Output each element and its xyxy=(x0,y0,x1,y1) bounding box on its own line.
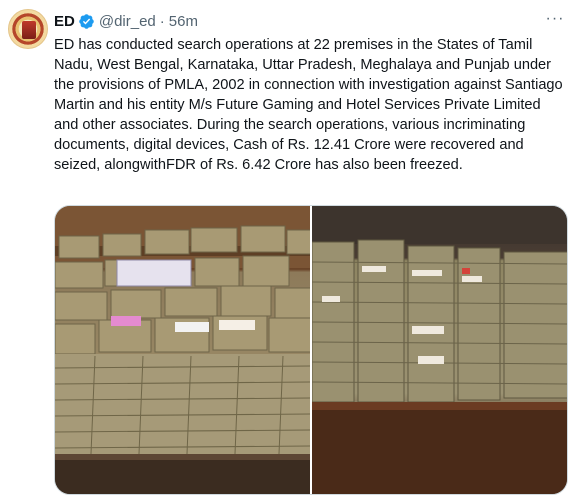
cash-bundles-illustration xyxy=(55,206,310,494)
photo-cash-stacks[interactable] xyxy=(312,206,567,494)
author-name[interactable]: ED xyxy=(54,13,75,30)
author-handle[interactable]: @dir_ed xyxy=(99,13,156,30)
separator-dot: · xyxy=(159,12,165,30)
tweet-text: ED has conducted search operations at 22… xyxy=(54,37,563,173)
tweet: ED @dir_ed · 56m ··· ED has conducted se… xyxy=(0,0,576,502)
photo-cash-on-table[interactable] xyxy=(55,206,310,494)
media-grid xyxy=(54,205,568,495)
tweet-header: ED @dir_ed · 56m xyxy=(54,11,198,31)
post-time[interactable]: 56m xyxy=(169,13,198,30)
emblem-icon xyxy=(22,21,36,39)
cash-stacks-illustration xyxy=(312,206,567,494)
verified-badge-icon xyxy=(79,13,94,29)
more-options-icon[interactable]: ··· xyxy=(544,10,566,28)
avatar[interactable] xyxy=(8,9,48,49)
